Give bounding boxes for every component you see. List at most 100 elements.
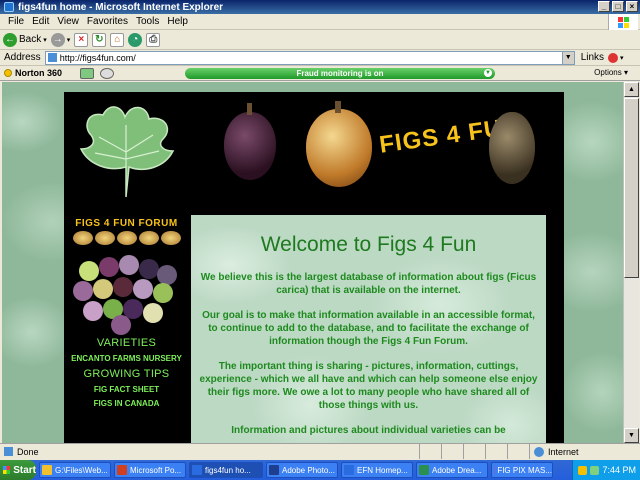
identity-safe-icon[interactable]: [80, 67, 95, 79]
folder-icon: [42, 465, 52, 475]
links-button[interactable]: Links: [581, 52, 604, 63]
status-text: Done: [17, 446, 39, 457]
address-dropdown-button[interactable]: ▼: [561, 51, 574, 64]
taskbar-item-fig-pix[interactable]: FIG PIX MAS...: [491, 462, 553, 478]
scroll-down-button[interactable]: ▼: [624, 428, 639, 443]
address-label: Address: [4, 52, 41, 63]
close-button[interactable]: ×: [626, 1, 638, 12]
window-controls: _ □ ×: [598, 1, 638, 12]
fig-leaf-image: [69, 97, 184, 207]
ie-icon: [4, 2, 14, 12]
chevron-down-icon: ▾: [66, 36, 71, 44]
taskbar-item-photoshop[interactable]: Adobe Photo...: [266, 462, 338, 478]
windows-flag-icon: [3, 466, 11, 474]
nav-varieties[interactable]: VARIETIES: [64, 337, 189, 349]
windows-taskbar: Start G:\Files\Web... Microsoft Po... fi…: [0, 460, 640, 480]
forward-arrow-icon: →: [50, 32, 65, 47]
goal-paragraph: Our goal is to make that information ava…: [202, 310, 535, 347]
menu-file[interactable]: File: [4, 16, 28, 27]
address-input[interactable]: http://figs4fun.com/ ▼: [44, 50, 575, 65]
network-tray-icon[interactable]: [590, 465, 600, 475]
home-icon[interactable]: ⌂: [110, 32, 125, 47]
clock[interactable]: 7:44 PM: [602, 465, 636, 475]
print-icon[interactable]: ⎙: [146, 32, 161, 47]
status-cells: [420, 444, 530, 459]
powerpoint-icon: [117, 465, 127, 475]
back-label: Back: [19, 34, 42, 45]
norton-toolbar: Norton 360 Fraud monitoring is on ▼ Opti…: [0, 66, 640, 81]
options-label: Options: [594, 68, 622, 77]
nav-figs-in-canada[interactable]: FIGS IN CANADA: [64, 399, 189, 408]
fraud-monitoring-status[interactable]: Fraud monitoring is on ▼: [185, 68, 495, 79]
norton-options-button[interactable]: Options ▾: [594, 68, 628, 77]
back-button[interactable]: ← Back ▾: [3, 32, 47, 47]
menu-edit[interactable]: Edit: [28, 16, 53, 27]
scroll-up-button[interactable]: ▲: [624, 82, 639, 97]
taskbar-item-dreamweaver[interactable]: Adobe Drea...: [416, 462, 488, 478]
sidebar-links: VARIETIES ENCANTO FARMS NURSERY GROWING …: [64, 337, 189, 408]
page-heading: Welcome to Figs 4 Fun: [260, 233, 477, 256]
taskbar-item-figs4fun[interactable]: figs4fun ho...: [189, 462, 263, 478]
golden-fig-image: [306, 109, 372, 187]
forum-figs-image[interactable]: [64, 231, 189, 247]
refresh-icon[interactable]: ↻: [92, 32, 107, 47]
site-container: FIGS 4 FUN FIGS 4 FUN FORUM VARIETIES EN…: [64, 92, 564, 443]
norton-icons: [80, 67, 115, 79]
vertical-scrollbar[interactable]: ▲ ▼: [623, 82, 639, 443]
forum-link[interactable]: FIGS 4 FUN FORUM: [64, 218, 189, 229]
taskbar-item-efn[interactable]: EFN Homep...: [341, 462, 413, 478]
title-bar: figs4fun home - Microsoft Internet Explo…: [0, 0, 640, 14]
sharing-paragraph: The important thing is sharing - picture…: [199, 361, 538, 411]
photoshop-icon: [269, 465, 279, 475]
task-label: G:\Files\Web...: [55, 465, 108, 475]
menu-bar: File Edit View Favorites Tools Help: [0, 14, 640, 30]
fig-pile-image[interactable]: [71, 253, 183, 335]
forward-button[interactable]: → ▾: [50, 32, 71, 47]
internet-zone-icon: [534, 446, 544, 457]
scroll-thumb[interactable]: [624, 98, 639, 278]
safe-web-icon[interactable]: [100, 67, 115, 79]
page-viewport[interactable]: FIGS 4 FUN FIGS 4 FUN FORUM VARIETIES EN…: [2, 82, 623, 443]
brown-fig-image: [489, 112, 535, 184]
window-title: figs4fun home - Microsoft Internet Explo…: [18, 1, 224, 13]
minimize-button[interactable]: _: [598, 1, 610, 12]
menu-favorites[interactable]: Favorites: [83, 16, 132, 27]
address-bar: Address http://figs4fun.com/ ▼ Links ▾: [0, 50, 640, 66]
menu-help[interactable]: Help: [163, 16, 192, 27]
fig-stem: [247, 103, 252, 115]
navigation-toolbar: ← Back ▾ → ▾ × ↻ ⌂ ◔ ⎙: [0, 30, 640, 50]
taskbar-item-files[interactable]: G:\Files\Web...: [39, 462, 111, 478]
nav-encanto-farms-nursery[interactable]: ENCANTO FARMS NURSERY: [64, 354, 189, 363]
task-label: Adobe Photo...: [282, 465, 335, 475]
address-url: http://figs4fun.com/: [59, 52, 136, 63]
status-text-panel: Done: [0, 444, 420, 459]
fraud-status-text: Fraud monitoring is on: [296, 69, 384, 78]
maximize-button[interactable]: □: [612, 1, 624, 12]
back-arrow-icon: ←: [3, 32, 17, 47]
task-label: EFN Homep...: [357, 465, 408, 475]
zone-label: Internet: [548, 446, 579, 457]
history-icon[interactable]: ◔: [128, 32, 143, 47]
fig-stem: [335, 101, 341, 113]
task-label: Microsoft Po...: [130, 465, 182, 475]
taskbar-item-powerpoint[interactable]: Microsoft Po...: [114, 462, 186, 478]
security-zone[interactable]: Internet: [530, 446, 579, 457]
stop-icon[interactable]: ×: [74, 32, 89, 47]
menu-view[interactable]: View: [53, 16, 83, 27]
links-icon[interactable]: ▾: [608, 52, 630, 64]
page-icon: [47, 53, 57, 62]
norton-tray-icon[interactable]: [578, 465, 588, 475]
norton-check-icon: [4, 69, 12, 77]
start-button[interactable]: Start: [0, 460, 36, 480]
norton-logo[interactable]: Norton 360: [4, 68, 62, 78]
task-label: FIG PIX MAS...: [497, 465, 552, 475]
ie-icon: [344, 465, 354, 475]
nav-growing-tips[interactable]: GROWING TIPS: [64, 368, 189, 380]
system-tray: 7:44 PM: [572, 460, 640, 480]
start-label: Start: [13, 464, 36, 476]
sidebar-nav: FIGS 4 FUN FORUM VARIETIES ENCANTO FARMS…: [64, 212, 189, 443]
menu-tools[interactable]: Tools: [132, 16, 163, 27]
main-content: Welcome to Figs 4 Fun We believe this is…: [191, 215, 546, 443]
page-done-icon: [4, 447, 13, 456]
nav-fig-fact-sheet[interactable]: FIG FACT SHEET: [64, 385, 189, 394]
